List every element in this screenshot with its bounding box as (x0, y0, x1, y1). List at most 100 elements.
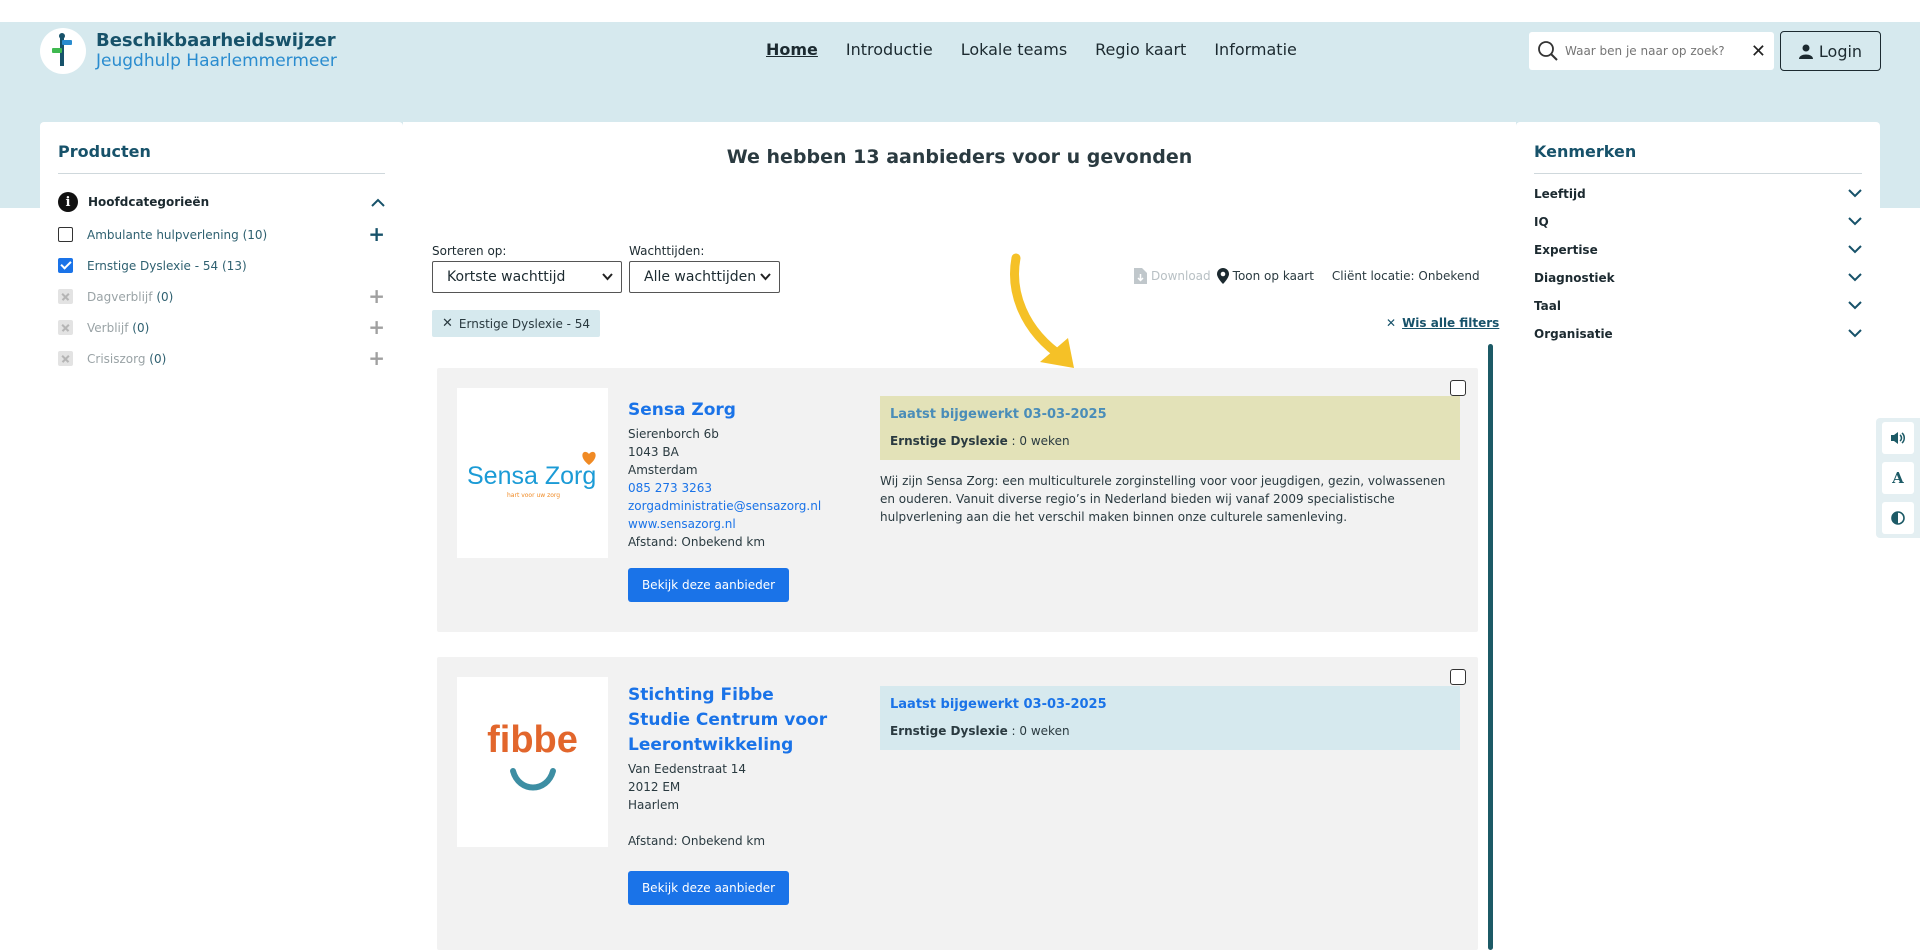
client-location[interactable]: Cliënt locatie: Onbekend (1332, 269, 1480, 283)
last-updated: Laatst bijgewerkt 03-03-2025 (890, 697, 1107, 712)
result-actions: Download Toon op kaart Cliënt locatie: O… (1134, 268, 1480, 284)
nav-home[interactable]: Home (766, 40, 818, 59)
nav-lokale-teams[interactable]: Lokale teams (961, 40, 1067, 59)
kenmerk-label: Leeftijd (1534, 186, 1586, 201)
category-count: (10) (242, 227, 268, 242)
chevron-up-icon[interactable] (371, 198, 385, 207)
clear-filters-label: Wis alle filters (1402, 316, 1500, 330)
kenmerk-organisatie[interactable]: Organisatie (1534, 325, 1862, 342)
category-count: (0) (156, 289, 174, 304)
availability-box: Laatst bijgewerkt 03-03-2025 Ernstige Dy… (880, 396, 1460, 460)
category-label: Verblijf (87, 320, 129, 335)
category-dagverblijf: Dagverblijf (0) + (58, 284, 385, 308)
smile-icon (510, 768, 556, 791)
login-button[interactable]: Login (1780, 31, 1881, 71)
map-pin-icon (1216, 268, 1229, 284)
font-size-icon[interactable]: A (1882, 462, 1914, 494)
kenmerk-label: Diagnostiek (1534, 270, 1615, 285)
category-group-label: Hoofdcategorieën (88, 195, 210, 209)
wait-select[interactable]: Alle wachttijden (629, 261, 780, 293)
provider-logo: Sensa Zorg hart voor uw zorg (457, 388, 608, 558)
kenmerk-expertise[interactable]: Expertise (1534, 241, 1862, 258)
kenmerk-leeftijd[interactable]: Leeftijd (1534, 185, 1862, 202)
compare-checkbox[interactable] (1450, 669, 1466, 685)
checkbox-crisiszorg (58, 351, 73, 366)
remove-filter-icon[interactable]: ✕ (442, 316, 453, 331)
products-panel: Producten i Hoofdcategorieën Ambulante h… (40, 122, 403, 382)
divider (1534, 173, 1862, 174)
show-map-link[interactable]: Toon op kaart (1216, 268, 1314, 284)
clear-search-icon[interactable]: ✕ (1751, 41, 1766, 62)
wait-label: Wachttijden: (629, 244, 705, 258)
view-provider-button[interactable]: Bekijk deze aanbieder (628, 568, 789, 602)
email-link[interactable]: zorgadministratie@sensazorg.nl (628, 497, 868, 515)
speaker-icon[interactable] (1882, 422, 1914, 454)
nav-regio-kaart[interactable]: Regio kaart (1095, 40, 1186, 59)
website-link[interactable]: www.sensazorg.nl (628, 515, 868, 533)
expand-plus-icon[interactable]: + (368, 224, 385, 244)
distance: Afstand: Onbekend km (628, 535, 766, 549)
address-city: Haarlem (628, 798, 680, 812)
provider-info: Stichting Fibbe Studie Centrum voor Leer… (628, 683, 828, 850)
kenmerk-iq[interactable]: IQ (1534, 213, 1862, 230)
map-label: Toon op kaart (1232, 269, 1314, 283)
wait-weeks: : 0 weken (1007, 724, 1070, 738)
provider-name[interactable]: Sensa Zorg (628, 398, 868, 423)
active-filter-label: Ernstige Dyslexie - 54 (458, 316, 591, 331)
sort-select[interactable]: Kortste wachttijd (432, 261, 622, 293)
results-headline: We hebben 13 aanbieders voor u gevonden (726, 146, 1193, 168)
chevron-down-icon (1848, 273, 1862, 282)
signpost-icon (40, 28, 86, 74)
download-label: Download (1151, 269, 1211, 283)
search-input[interactable] (1565, 44, 1747, 58)
clear-filters-link[interactable]: ✕ Wis alle filters (1386, 316, 1499, 330)
category-label: Ernstige Dyslexie - 54 (87, 258, 219, 273)
address-city: Amsterdam (628, 463, 698, 477)
kenmerk-label: Organisatie (1534, 326, 1613, 341)
kenmerk-taal[interactable]: Taal (1534, 297, 1862, 314)
download-link: Download (1134, 268, 1211, 284)
expand-plus-icon: + (368, 284, 385, 308)
checkbox-ernstige-dyslexie[interactable] (58, 258, 73, 273)
nav-introductie[interactable]: Introductie (846, 40, 933, 59)
category-ambulante[interactable]: Ambulante hulpverlening (10) + (58, 224, 385, 244)
active-filter-tag[interactable]: ✕ Ernstige Dyslexie - 54 (432, 310, 601, 337)
chevron-down-icon (1848, 189, 1862, 198)
provider-card: Sensa Zorg hart voor uw zorg Sensa Zorg … (437, 368, 1478, 632)
wait-product: Ernstige Dyslexie (890, 434, 1008, 448)
phone-link[interactable]: 085 273 3263 (628, 479, 868, 497)
provider-name[interactable]: Stichting Fibbe Studie Centrum voor Leer… (628, 683, 828, 758)
category-label: Crisiszorg (87, 351, 146, 366)
category-ernstige-dyslexie[interactable]: Ernstige Dyslexie - 54 (13) (58, 257, 385, 274)
kenmerk-diagnostiek[interactable]: Diagnostiek (1534, 269, 1862, 286)
nav-informatie[interactable]: Informatie (1214, 40, 1297, 59)
expand-plus-icon: + (368, 346, 385, 370)
info-icon[interactable]: i (58, 192, 78, 212)
divider (58, 173, 385, 174)
contrast-icon[interactable] (1882, 502, 1914, 534)
compare-checkbox[interactable] (1450, 380, 1466, 396)
sort-value: Kortste wachttijd (447, 269, 566, 285)
accessibility-toolbar: A (1876, 418, 1920, 538)
brand-title: Beschikbaarheidswijzer (96, 30, 336, 51)
chevron-down-icon (760, 273, 771, 281)
wait-time: Ernstige Dyslexie : 0 weken (890, 724, 1450, 738)
wait-value: Alle wachttijden (644, 269, 757, 285)
main-nav: Home Introductie Lokale teams Regio kaar… (766, 40, 1297, 59)
chevron-down-icon (602, 273, 613, 281)
arrow-annotation-icon (1010, 253, 1074, 368)
results-scrollbar[interactable] (1488, 344, 1493, 950)
category-group-header[interactable]: i Hoofdcategorieën (58, 192, 385, 212)
category-label: Dagverblijf (87, 289, 153, 304)
brand-subtitle: Jeugdhulp Haarlemmermeer (96, 51, 337, 71)
kenmerk-label: Taal (1534, 298, 1561, 313)
address-postcode: 2012 EM (628, 780, 681, 794)
checkbox-ambulante[interactable] (58, 227, 73, 242)
view-provider-button[interactable]: Bekijk deze aanbieder (628, 871, 789, 905)
category-count: (0) (132, 320, 150, 335)
top-strip (0, 0, 1920, 22)
availability-box: Laatst bijgewerkt 03-03-2025 Ernstige Dy… (880, 686, 1460, 750)
brand-logo[interactable]: Beschikbaarheidswijzer Jeugdhulp Haarlem… (40, 28, 337, 74)
provider-description: Wij zijn Sensa Zorg: een multiculturele … (880, 474, 1446, 524)
logo-wordmark: Sensa Zorg (467, 462, 597, 490)
